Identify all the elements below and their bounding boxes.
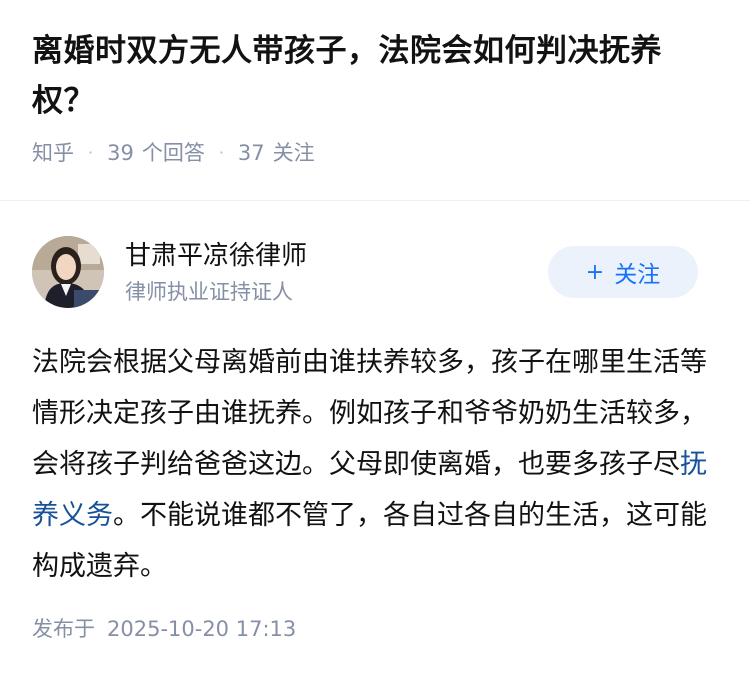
followers-label: 关注 [272,141,315,165]
author-name[interactable]: 甘肃平凉徐律师 [125,238,307,274]
answer-text-part2: 。不能说谁都不管了，各自过各自的生活，这可能构成遗弃。 [32,500,707,582]
question-title[interactable]: 离婚时双方无人带孩子，法院会如何判决抚养权？ [32,26,722,126]
section-divider [0,200,750,201]
question-header: 离婚时双方无人带孩子，法院会如何判决抚养权？ 知乎 · 39 个回答 · 37 关注 [32,26,722,166]
answers-count: 39 [107,141,134,165]
question-meta: 知乎 · 39 个回答 · 37 关注 [32,138,722,166]
plus-icon: + [585,259,605,285]
avatar-image [32,236,104,308]
answers-count-link[interactable]: 39 个回答 [107,137,205,167]
publish-datetime: 2025-10-20 17:13 [107,617,297,641]
answer-content: 法院会根据父母离婚前由谁扶养较多，孩子在哪里生活等情形决定孩子由谁抚养。例如孩子… [32,337,722,592]
followers-count: 37 [237,141,265,165]
followers-count-link[interactable]: 37 关注 [238,137,315,167]
source-label[interactable]: 知乎 [32,137,74,167]
author-description: 律师执业证持证人 [125,280,293,304]
follow-button-label: 关注 [614,262,661,288]
answer-text-part1: 法院会根据父母离婚前由谁扶养较多，孩子在哪里生活等情形决定孩子由谁抚养。例如孩子… [32,347,707,480]
answers-label: 个回答 [141,141,205,165]
meta-separator: · [88,142,94,162]
publish-time: 发布于 2025-10-20 17:13 [32,614,296,644]
publish-label: 发布于 [32,617,95,641]
avatar[interactable] [32,236,104,308]
author-card: 甘肃平凉徐律师 律师执业证持证人 + 关注 [32,236,718,308]
follow-button[interactable]: + 关注 [548,246,698,298]
meta-separator: · [218,142,224,162]
